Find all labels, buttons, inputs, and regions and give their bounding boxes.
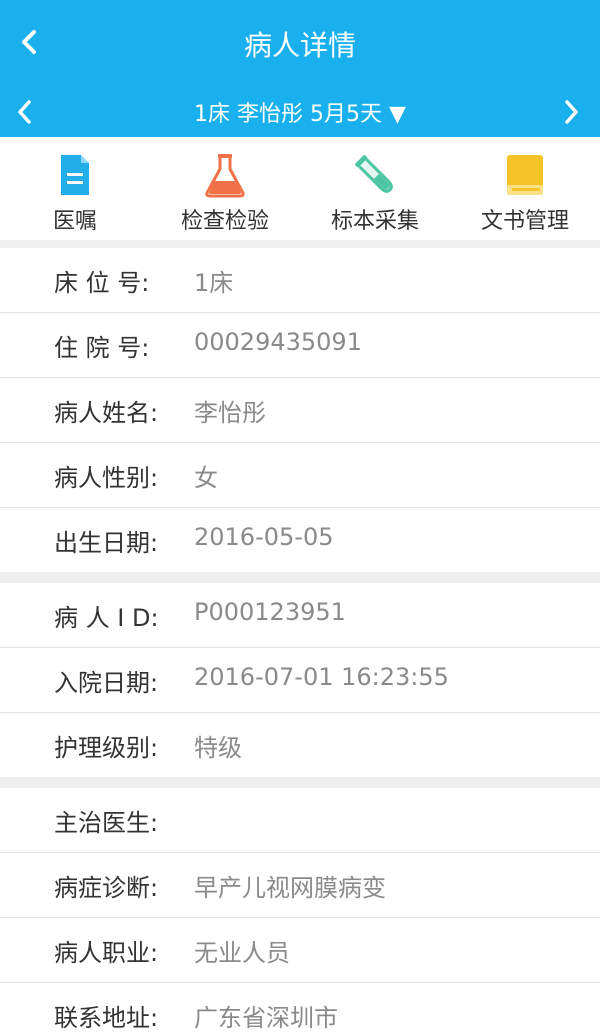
patient-switcher: 1床 李怡彤 5月5天 ▼ (0, 86, 600, 137)
toolbar-label: 医嘱 (52, 209, 97, 234)
field-label: 病人职业: (54, 939, 159, 967)
field-label: 病人姓名: (54, 399, 159, 427)
field-label: 联系地址: (54, 1004, 159, 1032)
field-label: 主治医生: (54, 809, 159, 837)
toolbar-label: 检查检验 (180, 209, 269, 234)
field-value: 2016-07-01 16:23:55 (194, 663, 449, 691)
field-value: 2016-05-05 (194, 523, 334, 551)
function-toolbar: 医嘱 检查检验 标本采集 文书管理 (0, 137, 600, 240)
field-label: 住 院 号: (54, 334, 150, 362)
info-row-patient-name: 病人姓名: 李怡彤 (0, 378, 600, 443)
field-label: 床 位 号: (54, 269, 150, 297)
info-row-occupation: 病人职业: 无业人员 (0, 918, 600, 983)
field-value: 1床 (194, 269, 234, 297)
toolbar-label: 文书管理 (480, 209, 569, 234)
title-bar: 病人详情 (0, 0, 600, 86)
field-value: P000123951 (194, 598, 346, 626)
app-header: 病人详情 1床 李怡彤 5月5天 ▼ (0, 0, 600, 137)
info-row-attending-doctor: 主治医生: (0, 788, 600, 853)
section-divider (0, 572, 600, 583)
field-label: 入院日期: (54, 669, 159, 697)
toolbar-item-specimen[interactable]: 标本采集 (300, 137, 450, 240)
field-label: 病人性别: (54, 464, 159, 492)
field-label: 病症诊断: (54, 874, 159, 902)
info-row-diagnosis: 病症诊断: 早产儿视网膜病变 (0, 853, 600, 918)
toolbar-item-orders[interactable]: 医嘱 (0, 137, 150, 240)
test-tube-icon (355, 155, 393, 193)
next-patient-button[interactable] (552, 92, 588, 132)
info-row-bed-number: 床 位 号: 1床 (0, 248, 600, 313)
field-value: 李怡彤 (194, 399, 266, 427)
toolbar-label: 标本采集 (330, 209, 419, 234)
field-label: 出生日期: (54, 529, 159, 557)
field-value: 无业人员 (194, 939, 290, 967)
field-value: 早产儿视网膜病变 (194, 874, 386, 902)
info-row-patient-id: 病 人 I D: P000123951 (0, 583, 600, 648)
field-value: 女 (194, 464, 218, 492)
field-label: 护理级别: (54, 734, 159, 762)
info-row-admission-number: 住 院 号: 00029435091 (0, 313, 600, 378)
info-row-admission-date: 入院日期: 2016-07-01 16:23:55 (0, 648, 600, 713)
toolbar-item-exams[interactable]: 检查检验 (150, 137, 300, 240)
info-row-nursing-level: 护理级别: 特级 (0, 713, 600, 778)
page-title: 病人详情 (243, 29, 356, 62)
section-divider (0, 777, 600, 788)
document-icon (61, 155, 89, 195)
chevron-right-icon (565, 100, 578, 124)
section-divider (0, 240, 600, 248)
info-row-patient-gender: 病人性别: 女 (0, 443, 600, 508)
field-label: 病 人 I D: (54, 604, 159, 632)
patient-summary-dropdown[interactable]: 1床 李怡彤 5月5天 ▼ (0, 96, 600, 128)
field-value: 特级 (194, 734, 242, 762)
info-row-address: 联系地址: 广东省深圳市 (0, 983, 600, 1032)
info-row-birth-date: 出生日期: 2016-05-05 (0, 508, 600, 573)
flask-icon (205, 154, 245, 198)
field-value: 广东省深圳市 (194, 1004, 338, 1032)
toolbar-item-documents[interactable]: 文书管理 (450, 137, 600, 240)
field-value: 00029435091 (194, 328, 362, 356)
book-icon (507, 155, 543, 195)
